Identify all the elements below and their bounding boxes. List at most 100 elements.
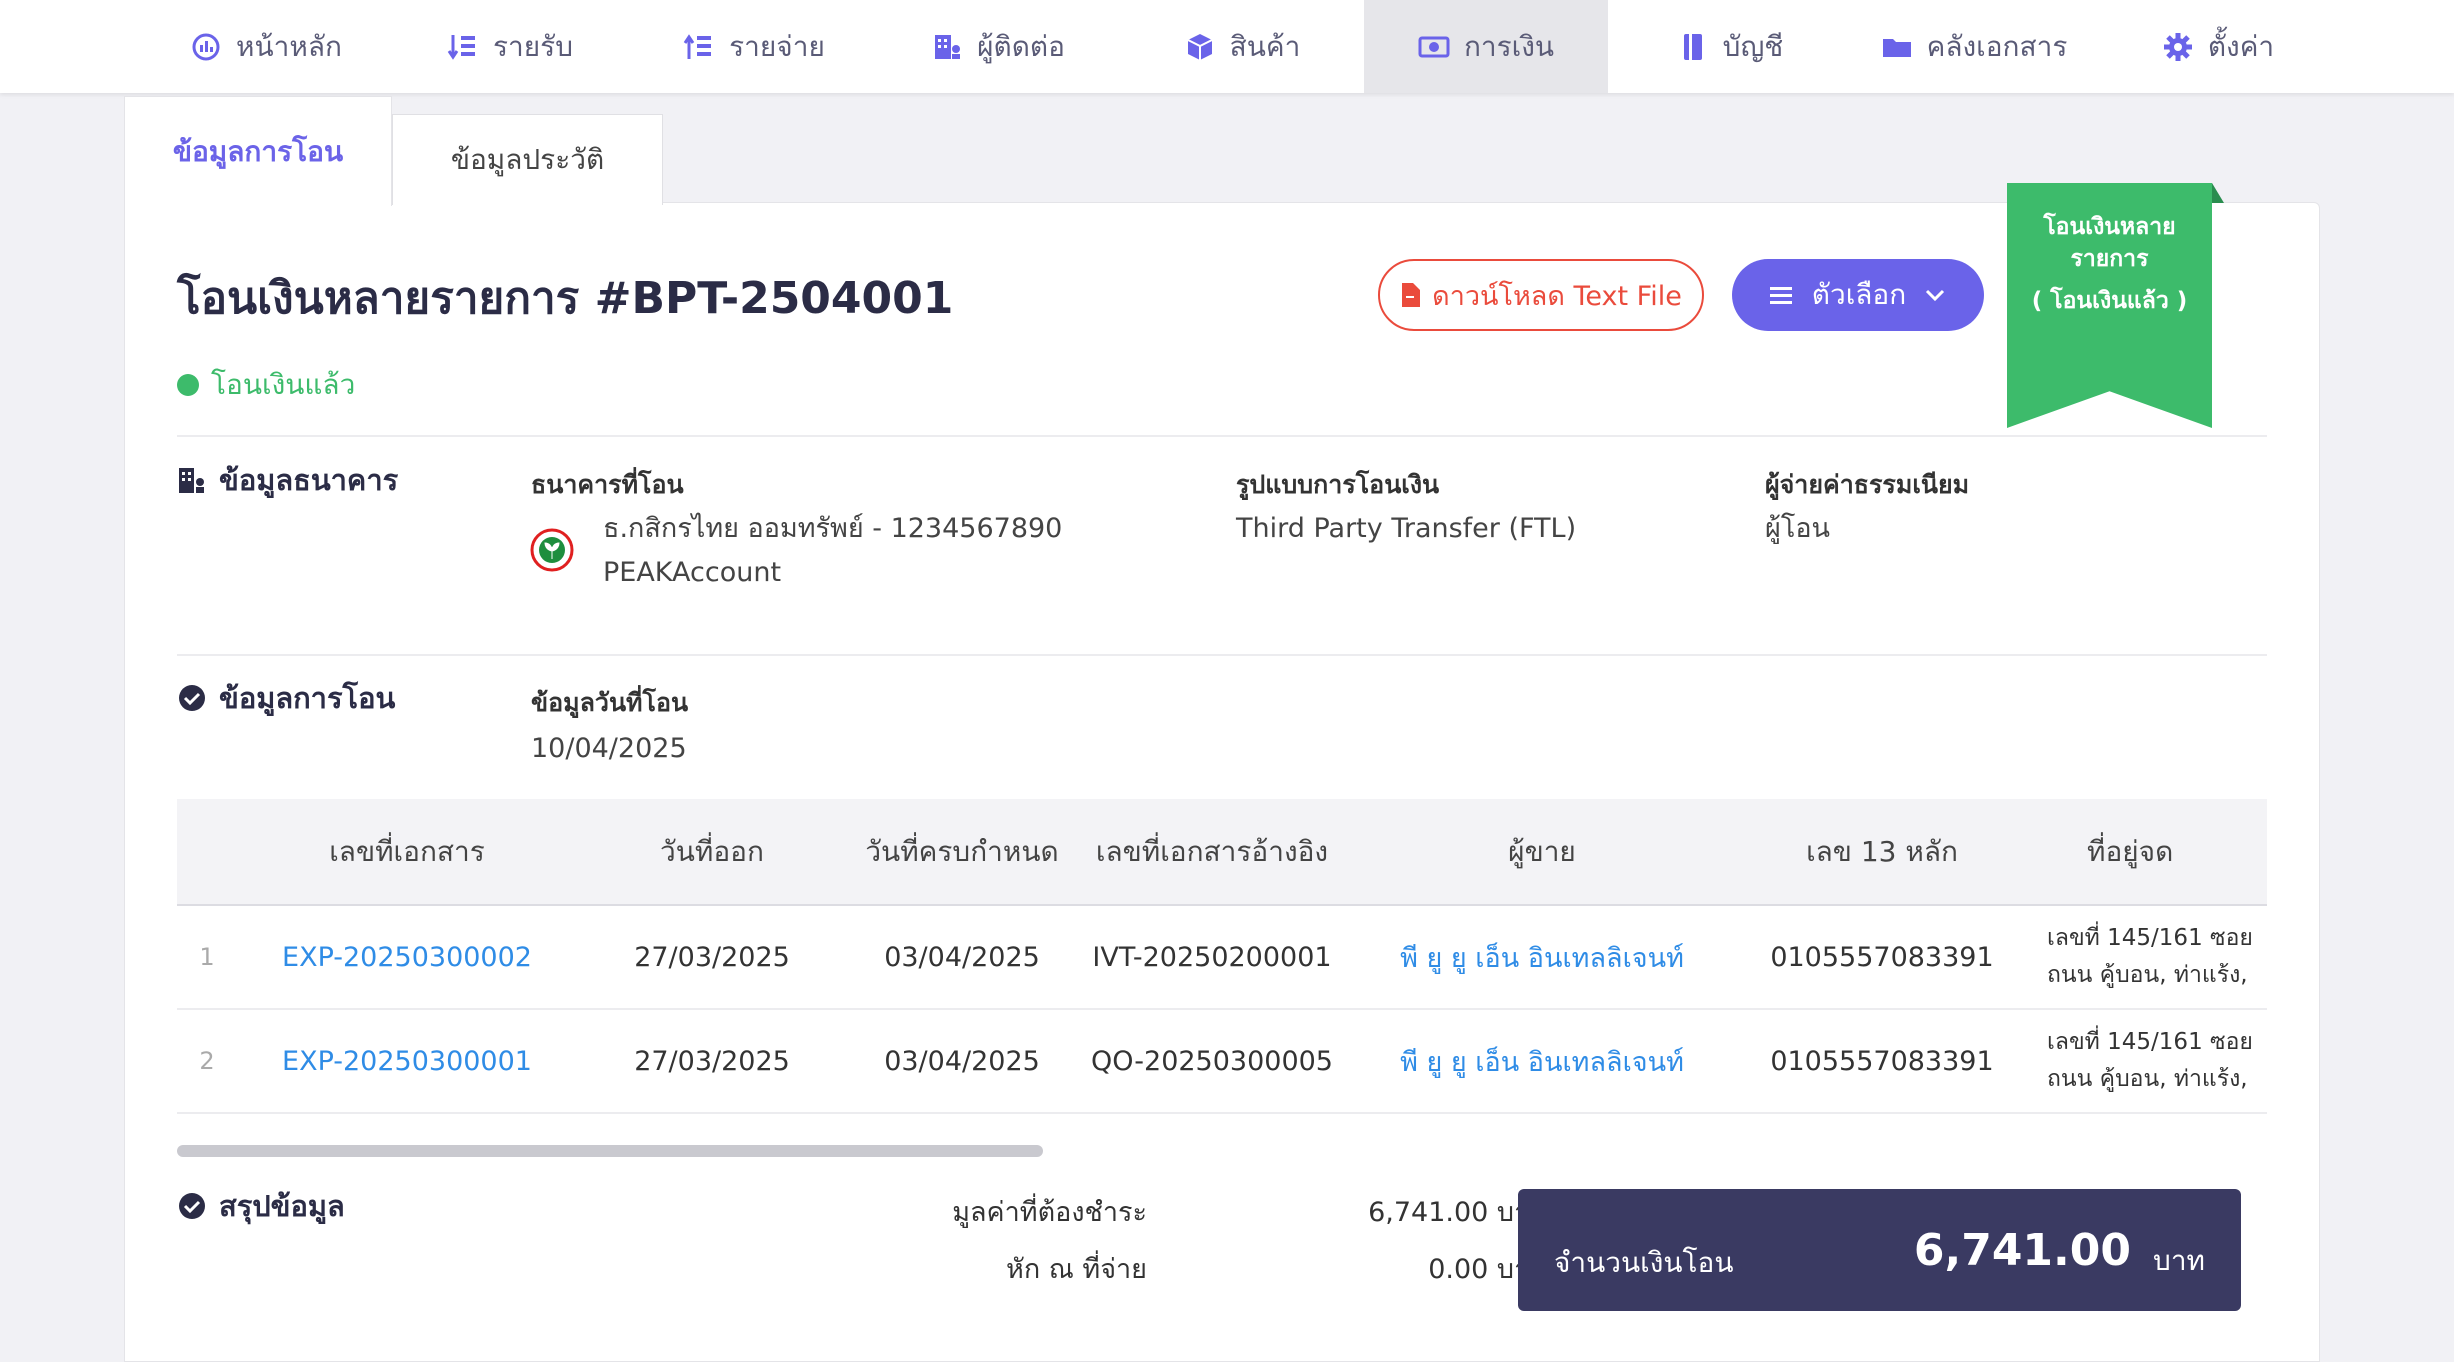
chevron-down-icon (1926, 289, 1945, 302)
nav-item-accounting[interactable]: บัญชี (1608, 0, 1852, 93)
section-title-text: ข้อมูลธนาคาร (219, 463, 399, 497)
ribbon-line-3: ( โอนเงินแล้ว ) (2031, 288, 2188, 314)
options-label: ตัวเลือก (1811, 278, 1907, 311)
col-header-doc-no[interactable]: เลขที่เอกสาร (237, 799, 577, 905)
table-row: 1 EXP-20250300002 27/03/2025 03/04/2025 … (177, 905, 2267, 1009)
col-header-issue-date[interactable]: วันที่ออก (577, 799, 847, 905)
address-line-2: ถนน คู้บอน, ท่าแร้ง, (2047, 1066, 2248, 1092)
total-transfer-box: จำนวนเงินโอน 6,741.00 บาท (1518, 1189, 2241, 1311)
tax-id: 0105557083391 (1770, 1045, 1994, 1077)
total-amount: 6,741.00 (1913, 1225, 2131, 1276)
download-text-file-button[interactable]: ดาวน์โหลด Text File (1378, 259, 1704, 331)
due-date: 03/04/2025 (884, 941, 1040, 973)
ribbon-line-2: รายการ (2070, 246, 2149, 272)
nav-label: ตั้งค่า (2207, 29, 2275, 63)
status-dot-icon (177, 374, 199, 396)
withholding-label: หัก ณ ที่จ่าย (1006, 1254, 1147, 1285)
transfer-date-value: 10/04/2025 (531, 733, 687, 764)
nav-item-income[interactable]: รายรับ (388, 0, 632, 93)
bank-account-name: PEAKAccount (603, 557, 782, 588)
ribbon-line-1: โอนเงินหลาย (2043, 214, 2176, 240)
payable-label: มูลค่าที่ต้องชำระ (952, 1197, 1147, 1228)
due-date: 03/04/2025 (884, 1045, 1040, 1077)
nav-item-products[interactable]: สินค้า (1120, 0, 1364, 93)
status-text: โอนเงินแล้ว (211, 368, 356, 401)
dashboard-icon (192, 33, 220, 60)
table-horizontal-scrollbar[interactable] (177, 1145, 1043, 1157)
nav-label: ผู้ติดต่อ (977, 29, 1065, 63)
nav-label: รายจ่าย (729, 29, 825, 63)
tax-id: 0105557083391 (1770, 941, 1994, 973)
vendor-link[interactable]: พี ยู ยู เอ็น อินเทลลิเจนท์ (1347, 905, 1737, 1009)
nav-label: รายรับ (493, 29, 573, 63)
divider (177, 435, 2267, 437)
folder-icon (1882, 38, 1911, 57)
ribbon-fold (2212, 183, 2224, 203)
table-row: 2 EXP-20250300001 27/03/2025 03/04/2025 … (177, 1009, 2267, 1113)
page-title: โอนเงินหลายรายการ #BPT-2504001 (177, 273, 954, 324)
documents-table-scroll[interactable]: เลขที่เอกสาร วันที่ออก วันที่ครบกำหนด เล… (177, 799, 2267, 1119)
income-list-icon (447, 34, 475, 60)
tab-transfer-info[interactable]: ข้อมูลการโอน (124, 96, 392, 206)
col-header-address[interactable]: ที่อยู่จด (2027, 799, 2267, 905)
status-ribbon: โอนเงินหลาย รายการ ( โอนเงินแล้ว ) (2007, 183, 2212, 428)
vendor-link[interactable]: พี ยู ยู เอ็น อินเทลลิเจนท์ (1347, 1009, 1737, 1113)
options-dropdown-button[interactable]: ตัวเลือก (1732, 259, 1984, 331)
nav-item-settings[interactable]: ตั้งค่า (2096, 0, 2340, 93)
col-header-due-date[interactable]: วันที่ครบกำหนด (847, 799, 1077, 905)
doc-number-link[interactable]: EXP-20250300001 (237, 1009, 577, 1113)
address-line-2: ถนน คู้บอน, ท่าแร้ง, (2047, 962, 2248, 988)
address-line-1: เลขที่ 145/161 ซอย (2047, 925, 2253, 951)
summary-section-title: สรุปข้อมูล (177, 1183, 345, 1229)
row-number: 2 (199, 1047, 215, 1075)
section-title-text: สรุปข้อมูล (219, 1189, 345, 1223)
transfer-date-label: ข้อมูลวันที่โอน (531, 688, 689, 717)
section-title-text: ข้อมูลการโอน (219, 681, 396, 715)
contacts-building-icon (935, 34, 961, 59)
total-unit: บาท (2153, 1244, 2205, 1277)
transfer-detail-card: โอนเงินหลายรายการ #BPT-2504001 โอนเงินแล… (124, 183, 2320, 1362)
nav-label: หน้าหลัก (236, 29, 342, 63)
bank-label: ธนาคารที่โอน (531, 470, 684, 499)
transfer-method-label: รูปแบบการโอนเงิน (1236, 470, 1440, 499)
divider (177, 654, 2267, 656)
nav-item-expense[interactable]: รายจ่าย (632, 0, 876, 93)
product-box-icon (1187, 33, 1213, 60)
bank-section-title: ข้อมูลธนาคาร (177, 457, 398, 503)
withholding-value: 0.00 บาท (1428, 1254, 1547, 1285)
doc-number-link[interactable]: EXP-20250300002 (237, 905, 577, 1009)
col-header-tax-id[interactable]: เลข 13 หลัก (1737, 799, 2027, 905)
top-navigation: หน้าหลัก รายรับ รายจ่าย ผู้ติดต่อ สินค้า… (0, 0, 2454, 93)
transfer-method-value: Third Party Transfer (FTL) (1236, 513, 1577, 544)
bank-building-icon (179, 468, 204, 493)
expense-list-icon (683, 33, 712, 59)
check-circle-icon (179, 1193, 205, 1219)
total-label: จำนวนเงินโอน (1554, 1246, 1734, 1279)
col-header-ref-doc[interactable]: เลขที่เอกสารอ้างอิง (1077, 799, 1347, 905)
address: เลขที่ 145/161 ซอย ถนน คู้บอน, ท่าแร้ง, (2027, 1009, 2267, 1113)
col-header-vendor[interactable]: ผู้ขาย (1347, 799, 1737, 905)
download-label: ดาวน์โหลด Text File (1432, 280, 1682, 312)
status-badge: โอนเงินแล้ว (177, 363, 355, 407)
documents-table: เลขที่เอกสาร วันที่ออก วันที่ครบกำหนด เล… (177, 799, 2267, 1114)
issue-date: 27/03/2025 (634, 941, 790, 973)
account-book-icon (1683, 33, 1702, 60)
tab-history-info[interactable]: ข้อมูลประวัติ (392, 114, 663, 205)
nav-item-documents[interactable]: คลังเอกสาร (1852, 0, 2096, 93)
gear-icon (2163, 32, 2192, 61)
menu-icon (1769, 287, 1792, 304)
nav-label: บัญชี (1722, 29, 1784, 63)
row-number: 1 (199, 943, 215, 971)
nav-item-contacts[interactable]: ผู้ติดต่อ (876, 0, 1120, 93)
nav-label: การเงิน (1463, 29, 1555, 63)
nav-item-home[interactable]: หน้าหลัก (144, 0, 388, 93)
money-icon (1418, 36, 1450, 57)
check-circle-icon (179, 685, 205, 711)
ref-doc: IVT-20250200001 (1092, 941, 1332, 973)
address-line-1: เลขที่ 145/161 ซอย (2047, 1029, 2253, 1055)
table-header-row: เลขที่เอกสาร วันที่ออก วันที่ครบกำหนด เล… (177, 799, 2267, 905)
issue-date: 27/03/2025 (634, 1045, 790, 1077)
fee-payer-label: ผู้จ่ายค่าธรรมเนียม (1765, 470, 1970, 499)
nav-item-finance[interactable]: การเงิน (1364, 0, 1608, 93)
payable-value: 6,741.00 บาท (1368, 1197, 1547, 1228)
